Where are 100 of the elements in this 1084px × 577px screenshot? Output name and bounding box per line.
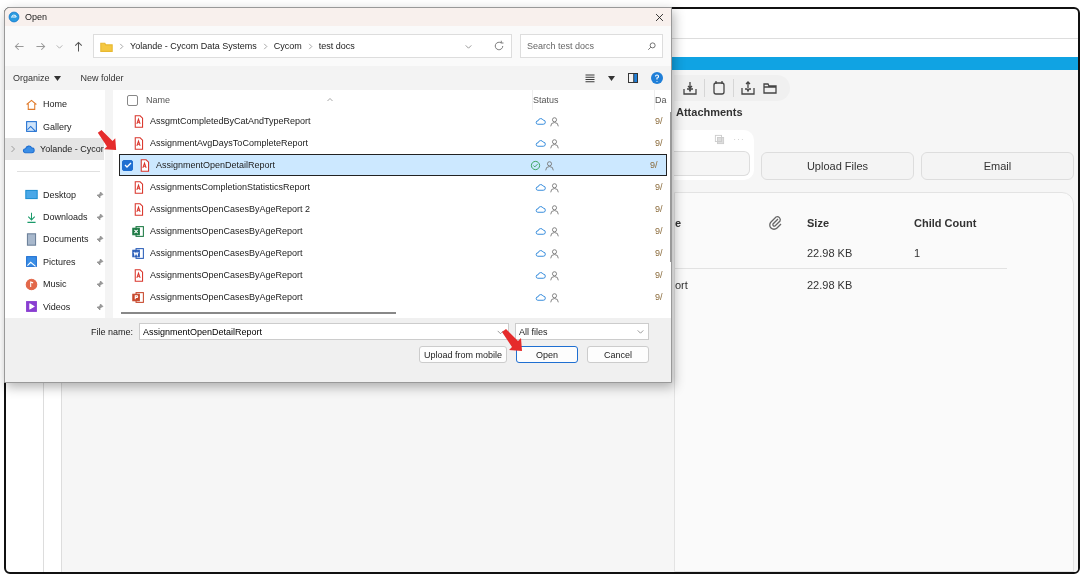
pdf-file-icon: [132, 202, 145, 216]
table-cell-text: ort: [675, 278, 689, 291]
up-arrow-icon[interactable]: [72, 39, 85, 53]
checkbox[interactable]: [122, 159, 133, 171]
presentation-file-icon: [132, 290, 145, 304]
desktop-icon: [25, 188, 38, 202]
file-date: 9/: [655, 138, 664, 148]
sidebar-item[interactable]: Documents: [5, 228, 104, 251]
pdf-file-icon: [132, 136, 145, 150]
column-header[interactable]: Name: [146, 95, 170, 105]
pin-icon: [95, 302, 104, 311]
refresh-icon[interactable]: [493, 40, 505, 52]
sidebar-item[interactable]: Videos: [5, 295, 104, 319]
cloud-icon: [535, 225, 546, 237]
sidebar-item[interactable]: Desktop: [5, 183, 104, 206]
address-bar[interactable]: Yolande - Cycom Data Systems Cycom test docs: [93, 34, 512, 58]
select-all-checkbox[interactable]: [127, 94, 138, 106]
file-name: AssignmentsOpenCasesByAgeReport: [150, 248, 303, 258]
file-row[interactable]: AssignmentAvgDaysToCompleteReport 9/: [119, 132, 667, 154]
home-icon: [25, 97, 38, 111]
person-icon: [549, 225, 560, 237]
search-icon: [647, 41, 657, 51]
sidebar-item[interactable]: Downloads: [5, 205, 104, 229]
person-icon: [549, 203, 560, 215]
video-icon: [25, 300, 38, 314]
file-row[interactable]: AssignmentsOpenCasesByAgeReport 9/: [119, 264, 667, 286]
sort-caret-icon: [326, 96, 334, 104]
person-icon: [549, 115, 560, 127]
file-date: 9/: [655, 226, 664, 236]
file-row[interactable]: AssignmentsOpenCasesByAgeReport 9/: [119, 220, 667, 242]
command-button[interactable]: Organize: [13, 73, 61, 83]
dialog-button[interactable]: Cancel: [587, 346, 649, 363]
search-field[interactable]: Search test docs: [520, 34, 663, 58]
column-header[interactable]: Status: [533, 95, 559, 105]
file-name: AssignmentAvgDaysToCompleteReport: [150, 138, 308, 148]
caret-icon[interactable]: [608, 75, 615, 81]
cloud-icon: [535, 291, 546, 303]
music-icon: [25, 277, 38, 291]
person-icon: [549, 137, 560, 149]
close-icon[interactable]: [654, 11, 665, 23]
pdf-file-icon: [132, 114, 145, 128]
pin-icon: [95, 190, 104, 199]
paperclip-icon: [767, 214, 783, 231]
cloud-icon: [535, 269, 546, 281]
file-row[interactable]: AssignmentsCompletionStatisticsReport 9/: [119, 176, 667, 198]
file-name-field[interactable]: AssignmentOpenDetailReport: [139, 323, 509, 340]
sidebar-item[interactable]: Gallery: [5, 115, 104, 138]
person-icon: [549, 181, 560, 193]
preview-pane-icon[interactable]: [627, 72, 639, 84]
document-file-icon: [132, 246, 145, 260]
sidebar-item[interactable]: Pictures: [5, 250, 104, 274]
breadcrumb-item[interactable]: test docs: [318, 41, 355, 51]
file-name: AssignmentsCompletionStatisticsReport: [150, 182, 311, 192]
command-button[interactable]: New folder: [80, 73, 124, 83]
pin-icon: [95, 280, 104, 289]
document-icon: [25, 232, 38, 246]
file-row[interactable]: AssgmtCompletedByCatAndTypeReport 9/: [119, 110, 667, 132]
file-date: 9/: [655, 116, 664, 126]
cloud-icon: [535, 247, 546, 259]
breadcrumb-item[interactable]: Yolande - Cycom Data Systems: [130, 41, 257, 51]
file-row[interactable]: AssignmentOpenDetailReport 9/: [119, 154, 667, 176]
sidebar-item[interactable]: Music: [5, 273, 104, 296]
file-name: AssgmtCompletedByCatAndTypeReport: [150, 116, 311, 126]
dialog-button[interactable]: Upload from mobile: [418, 346, 507, 363]
picture-icon: [25, 255, 38, 269]
file-name: AssignmentsOpenCasesByAgeReport: [150, 226, 303, 236]
table-cell-text: 1: [914, 247, 922, 259]
file-row[interactable]: AssignmentsOpenCasesByAgeReport 9/: [119, 286, 667, 308]
list-view-icon[interactable]: [584, 72, 596, 84]
file-type-dropdown[interactable]: All files: [515, 323, 649, 340]
column-header[interactable]: Da: [655, 95, 667, 105]
file-row[interactable]: AssignmentsOpenCasesByAgeReport 2 9/: [119, 198, 667, 220]
file-name: AssignmentsOpenCasesByAgeReport: [150, 270, 303, 280]
chevron-right-icon: [306, 42, 314, 50]
action-button[interactable]: Upload Files: [761, 152, 914, 180]
action-button[interactable]: Email: [921, 152, 1074, 180]
sidebar-item[interactable]: Yolande - Cycor: [5, 137, 104, 161]
pin-icon: [95, 257, 104, 266]
cloud-icon: [22, 142, 35, 156]
file-date: 9/: [655, 292, 664, 302]
column-header: Child Count: [914, 216, 978, 229]
person-icon: [544, 159, 555, 171]
spreadsheet-file-icon: [132, 224, 145, 238]
inbox-download-icon[interactable]: [682, 80, 698, 96]
file-name: AssignmentOpenDetailReport: [156, 160, 276, 170]
table-cell-text: 22.98 KB: [807, 278, 854, 291]
folder-icon[interactable]: [762, 80, 778, 96]
dialog-button[interactable]: Open: [516, 346, 578, 363]
file-date: 9/: [650, 160, 659, 170]
breadcrumb-item[interactable]: Cycom: [273, 41, 302, 51]
inbox-upload-icon[interactable]: [740, 80, 756, 96]
pin-icon: [95, 213, 104, 221]
sidebar-item[interactable]: Home: [5, 93, 104, 116]
cloud-icon: [535, 203, 546, 215]
file-row[interactable]: AssignmentsOpenCasesByAgeReport 9/: [119, 242, 667, 264]
person-icon: [549, 269, 560, 281]
input-field[interactable]: [674, 151, 750, 176]
calendar-icon[interactable]: [711, 80, 727, 96]
pdf-file-icon: [132, 268, 145, 282]
help-icon[interactable]: [651, 72, 663, 84]
